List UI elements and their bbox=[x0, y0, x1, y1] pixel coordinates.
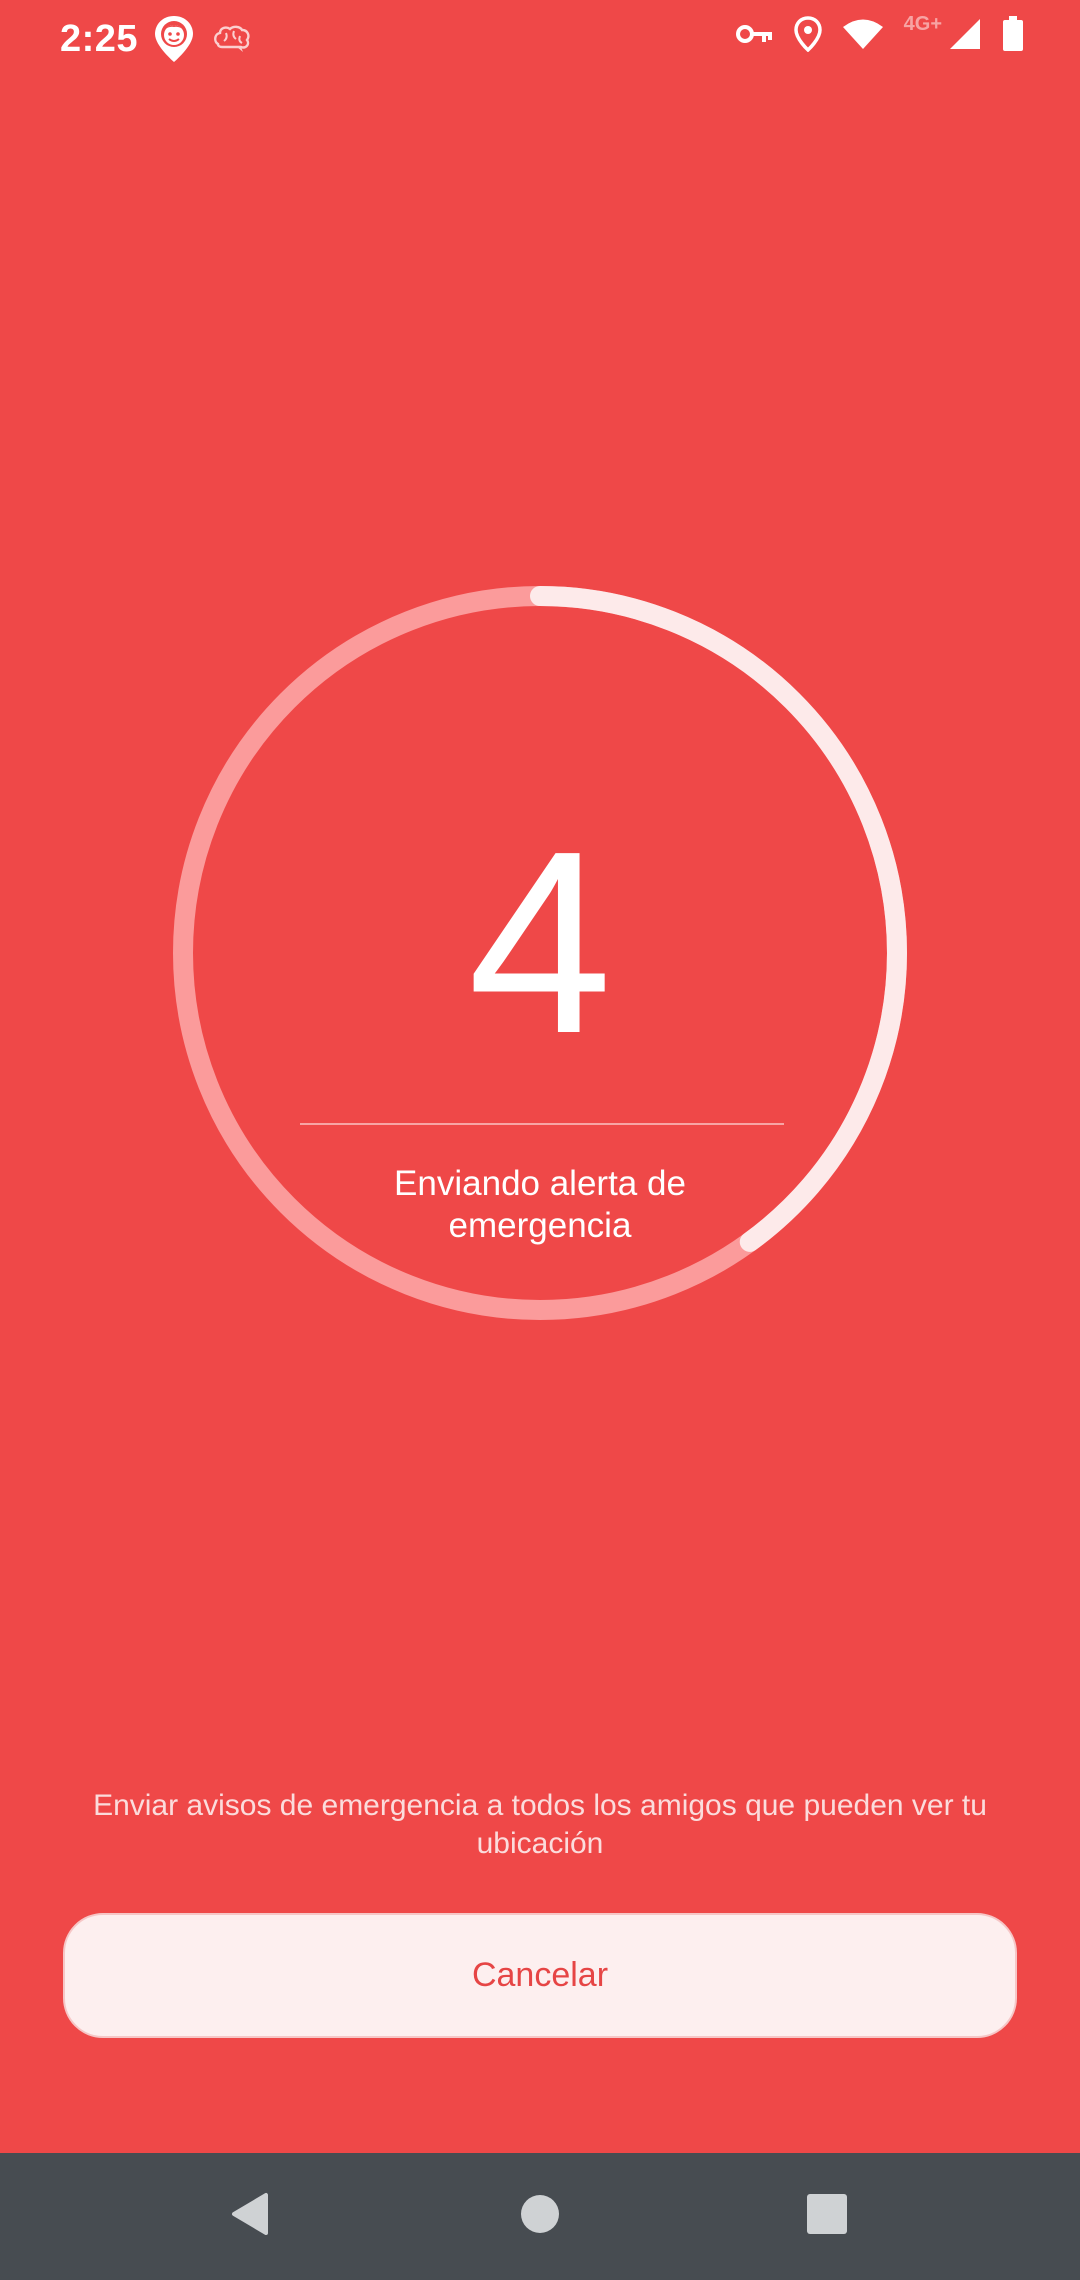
signal-icon bbox=[948, 17, 982, 56]
cancel-button-label: Cancelar bbox=[471, 1956, 609, 1994]
network-type-label: 4G+ bbox=[903, 13, 942, 35]
countdown-ring: 4 Enviando alerta de emergencia bbox=[170, 583, 910, 1323]
battery-icon bbox=[1002, 16, 1024, 57]
status-time: 2:25 bbox=[60, 18, 139, 60]
sending-alert-label: Enviando alerta de emergencia bbox=[394, 1164, 686, 1245]
recents-button[interactable] bbox=[767, 2153, 887, 2280]
friend-locator-app-icon bbox=[152, 14, 196, 69]
emergency-description: Enviar avisos de emergencia a todos los … bbox=[93, 1789, 987, 1860]
cancel-button[interactable]: Cancelar bbox=[63, 1913, 1017, 2038]
brain-app-icon bbox=[212, 24, 252, 59]
home-button[interactable] bbox=[480, 2153, 600, 2280]
back-icon bbox=[230, 2192, 270, 2241]
countdown-number: 4 bbox=[467, 798, 613, 1088]
vpn-key-icon bbox=[735, 23, 774, 50]
emergency-alert-screen: 2:25 4G+ 4 Enviando alerta de emergencia… bbox=[0, 0, 1080, 2280]
location-pin-icon bbox=[793, 16, 822, 57]
notification-icons bbox=[152, 14, 252, 69]
back-button[interactable] bbox=[190, 2153, 310, 2280]
wifi-icon bbox=[842, 18, 884, 55]
recents-icon bbox=[806, 2193, 848, 2240]
navigation-bar bbox=[0, 2153, 1080, 2280]
countdown-divider bbox=[300, 1123, 784, 1125]
system-status-icons: 4G+ bbox=[735, 13, 1024, 57]
status-bar: 2:25 4G+ bbox=[0, 0, 1080, 80]
home-icon bbox=[519, 2193, 561, 2240]
